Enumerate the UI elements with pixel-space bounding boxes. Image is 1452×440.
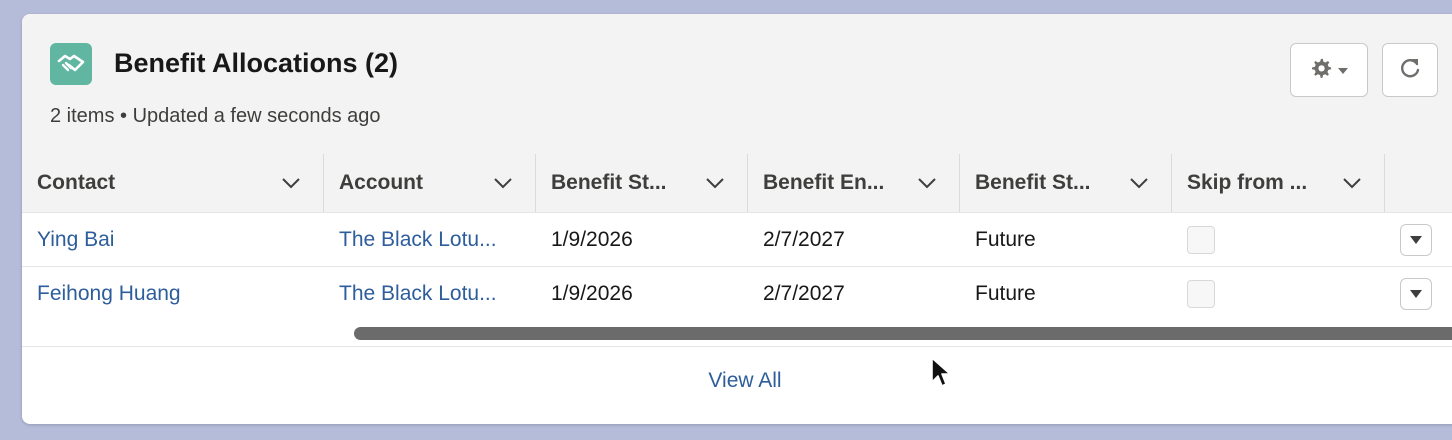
chevron-down-icon[interactable] — [493, 171, 513, 195]
account-link[interactable]: The Black Lotu... — [324, 267, 536, 320]
column-header-contact[interactable]: Contact — [22, 154, 324, 212]
benefit-start-date: 1/9/2026 — [551, 281, 633, 305]
related-list-card: Benefit Allocations (2) 2 items • Update… — [22, 14, 1452, 424]
view-all-link[interactable]: View All — [22, 369, 1452, 393]
chevron-down-icon — [1338, 61, 1348, 79]
column-header-account[interactable]: Account — [324, 154, 536, 212]
contact-link[interactable]: Feihong Huang — [22, 267, 324, 320]
row-actions-button[interactable] — [1400, 224, 1432, 256]
card-subtitle: 2 items • Updated a few seconds ago — [50, 105, 381, 127]
skip-checkbox[interactable] — [1187, 225, 1215, 254]
benefit-start-date: 1/9/2026 — [551, 227, 633, 251]
column-header-benefit-end[interactable]: Benefit En... — [748, 154, 960, 212]
account-link[interactable]: The Black Lotu... — [324, 213, 536, 266]
column-header-benefit-status[interactable]: Benefit St... — [960, 154, 1172, 212]
chevron-down-icon[interactable] — [705, 171, 725, 195]
column-header-skip-from[interactable]: Skip from ... — [1172, 154, 1385, 212]
chevron-down-icon — [1410, 285, 1422, 303]
skip-checkbox[interactable] — [1187, 279, 1215, 308]
mouse-cursor-icon — [930, 356, 952, 393]
skip-checkbox-cell — [1172, 267, 1385, 320]
settings-menu-button[interactable] — [1290, 43, 1368, 97]
benefit-status: Future — [975, 227, 1036, 251]
refresh-icon — [1398, 56, 1422, 85]
benefit-status: Future — [975, 281, 1036, 305]
chevron-down-icon[interactable] — [1129, 171, 1149, 195]
chevron-down-icon[interactable] — [1342, 171, 1362, 195]
chevron-down-icon[interactable] — [281, 171, 301, 195]
card-header: Benefit Allocations (2) 2 items • Update… — [22, 14, 1452, 154]
benefit-end-date: 2/7/2027 — [763, 281, 845, 305]
gear-icon — [1310, 57, 1332, 84]
contact-link[interactable]: Ying Bai — [22, 213, 324, 266]
chevron-down-icon — [1410, 231, 1422, 249]
table-header: Contact Account Benefit St... Benefit En… — [22, 154, 1452, 213]
row-actions-button[interactable] — [1400, 278, 1432, 310]
refresh-button[interactable] — [1382, 43, 1438, 97]
column-header-benefit-start[interactable]: Benefit St... — [536, 154, 748, 212]
skip-checkbox-cell — [1172, 213, 1385, 266]
horizontal-scrollbar[interactable] — [22, 320, 1452, 347]
card-title[interactable]: Benefit Allocations (2) — [114, 48, 398, 79]
handshake-icon — [50, 43, 92, 85]
table-row: Ying Bai The Black Lotu... 1/9/2026 2/7/… — [22, 213, 1452, 267]
table-row: Feihong Huang The Black Lotu... 1/9/2026… — [22, 267, 1452, 321]
chevron-down-icon[interactable] — [917, 171, 937, 195]
benefit-end-date: 2/7/2027 — [763, 227, 845, 251]
scrollbar-thumb[interactable] — [354, 327, 1452, 340]
